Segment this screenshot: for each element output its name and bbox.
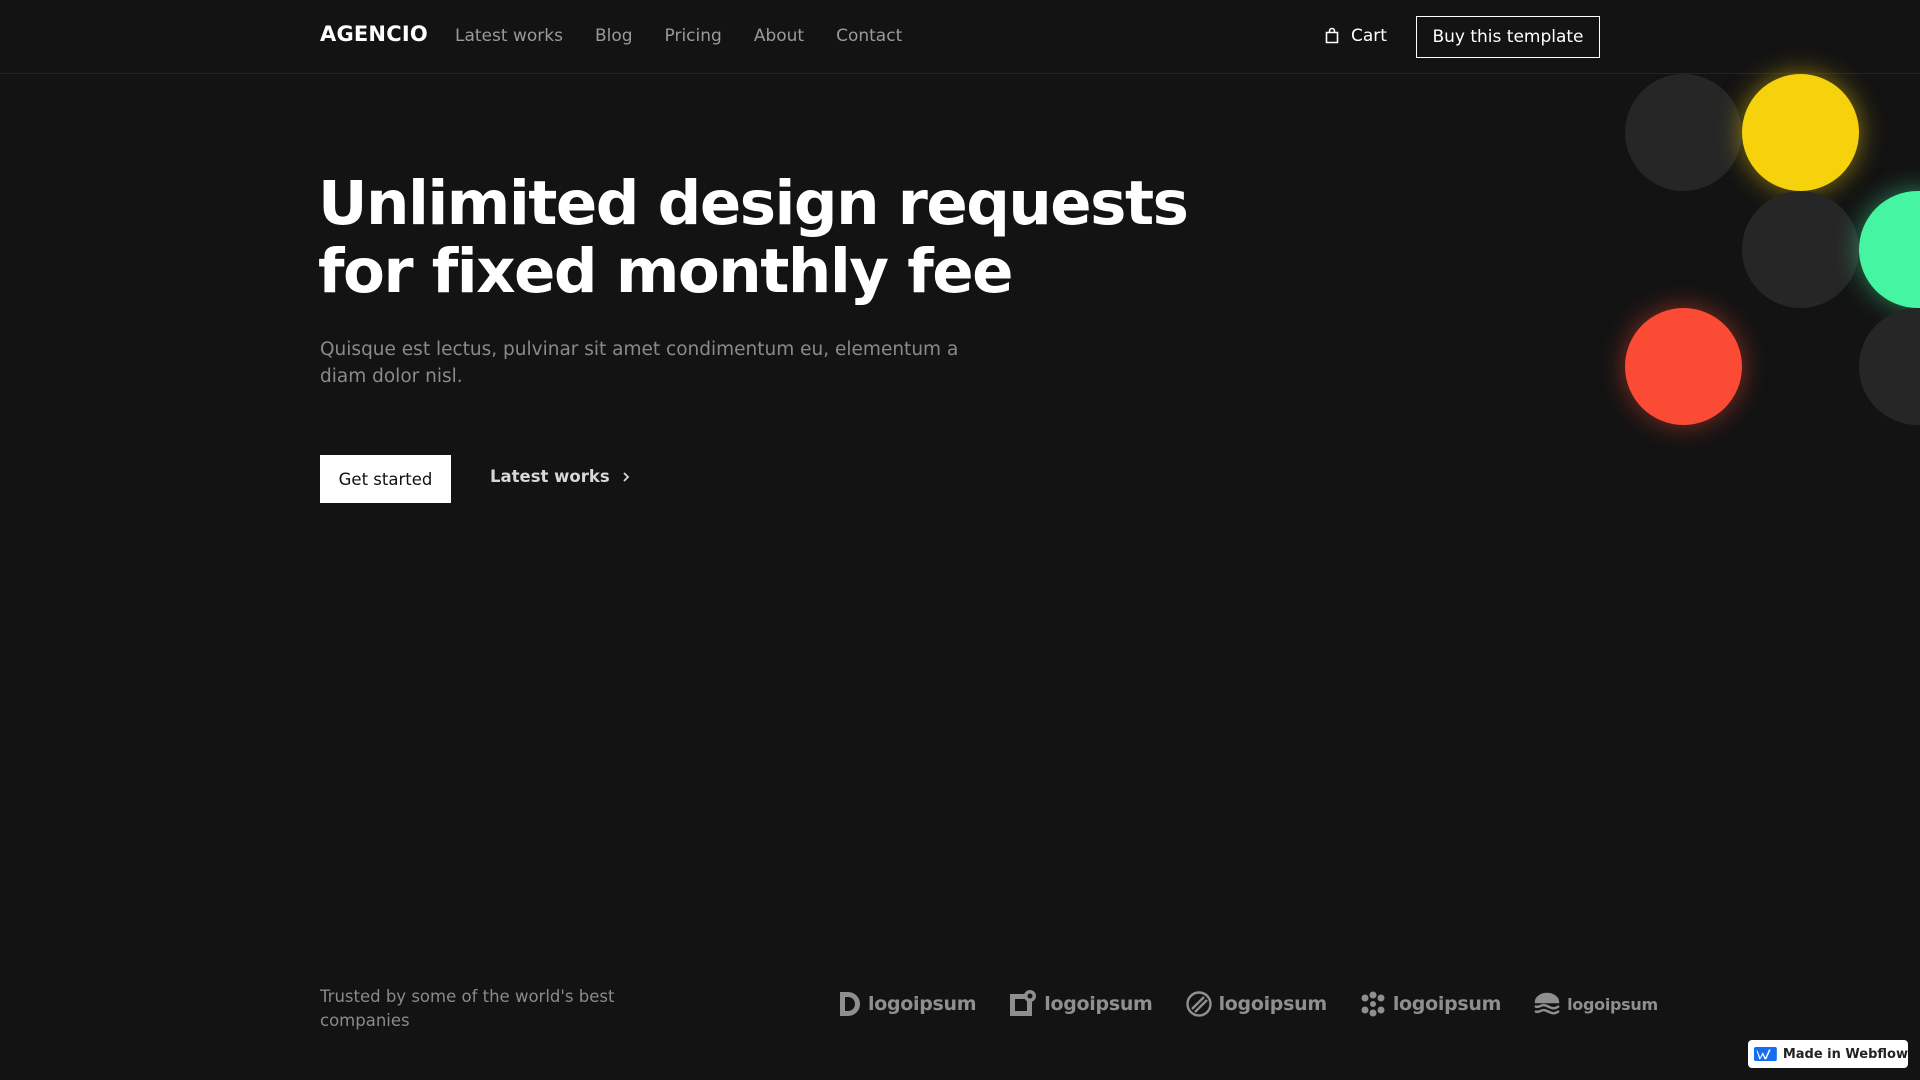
client-logo-text: logoipsum bbox=[868, 993, 977, 1015]
get-started-button[interactable]: Get started bbox=[320, 455, 451, 503]
client-logo: logoipsum bbox=[1533, 991, 1658, 1017]
buy-template-button[interactable]: Buy this template bbox=[1416, 16, 1600, 58]
client-logo: logoipsum bbox=[1008, 990, 1153, 1018]
client-logos: logoipsum logoipsum logoipsum logoipsum … bbox=[838, 990, 1658, 1018]
client-logo-text: logoipsum bbox=[1567, 994, 1658, 1014]
latest-works-label: Latest works bbox=[490, 467, 610, 486]
decor-circle-dark bbox=[1859, 308, 1920, 425]
logo-mark-icon bbox=[840, 992, 860, 1016]
shopping-bag-icon bbox=[1325, 27, 1339, 44]
chevron-right-icon bbox=[623, 471, 629, 482]
made-in-webflow-badge[interactable]: Made in Webflow bbox=[1748, 1040, 1908, 1068]
decor-circle-green bbox=[1859, 191, 1920, 308]
client-logo: logoipsum bbox=[1359, 990, 1501, 1018]
page: AGENCIO Latest works Blog Pricing About … bbox=[0, 0, 1920, 1080]
brand-logo[interactable]: AGENCIO bbox=[320, 22, 428, 46]
nav-links: Latest works Blog Pricing About Contact bbox=[455, 26, 934, 46]
trusted-by-text: Trusted by some of the world's best comp… bbox=[320, 987, 615, 1030]
hero-title-line-2: for fixed monthly fee bbox=[318, 236, 1014, 307]
decor-circle-dark bbox=[1742, 191, 1859, 308]
decor-circle-yellow bbox=[1742, 74, 1859, 191]
webflow-logo-icon bbox=[1754, 1046, 1777, 1062]
client-logo-text: logoipsum bbox=[1392, 993, 1502, 1015]
cart-button[interactable]: Cart bbox=[1323, 26, 1387, 46]
client-logo-text: logoipsum bbox=[1218, 993, 1328, 1015]
hero-title: Unlimited design requests for fixed mont… bbox=[318, 170, 1218, 306]
logo-mark-icon bbox=[1185, 991, 1212, 1017]
nav-link-blog[interactable]: Blog bbox=[595, 26, 633, 46]
client-logo: logoipsum bbox=[838, 990, 977, 1018]
top-navigation: AGENCIO Latest works Blog Pricing About … bbox=[0, 0, 1920, 74]
logo-mark-icon bbox=[1010, 990, 1037, 1016]
logo-mark-icon bbox=[1534, 992, 1560, 1015]
hero-subtitle: Quisque est lectus, pulvinar sit amet co… bbox=[320, 339, 959, 387]
latest-works-link[interactable]: Latest works bbox=[490, 467, 632, 486]
made-in-webflow-label: Made in Webflow bbox=[1782, 1046, 1908, 1062]
cart-label: Cart bbox=[1351, 26, 1387, 46]
nav-link-pricing[interactable]: Pricing bbox=[665, 26, 722, 46]
hero-title-line-1: Unlimited design requests bbox=[318, 168, 1189, 239]
client-logo-text: logoipsum bbox=[1044, 993, 1153, 1015]
decor-circle-red bbox=[1625, 308, 1742, 425]
nav-link-contact[interactable]: Contact bbox=[836, 26, 902, 46]
logo-mark-icon bbox=[1361, 991, 1385, 1017]
client-logo: logoipsum bbox=[1185, 990, 1327, 1018]
decor-circle-dark bbox=[1625, 74, 1742, 191]
nav-link-latest-works[interactable]: Latest works bbox=[455, 26, 563, 46]
nav-link-about[interactable]: About bbox=[754, 26, 804, 46]
